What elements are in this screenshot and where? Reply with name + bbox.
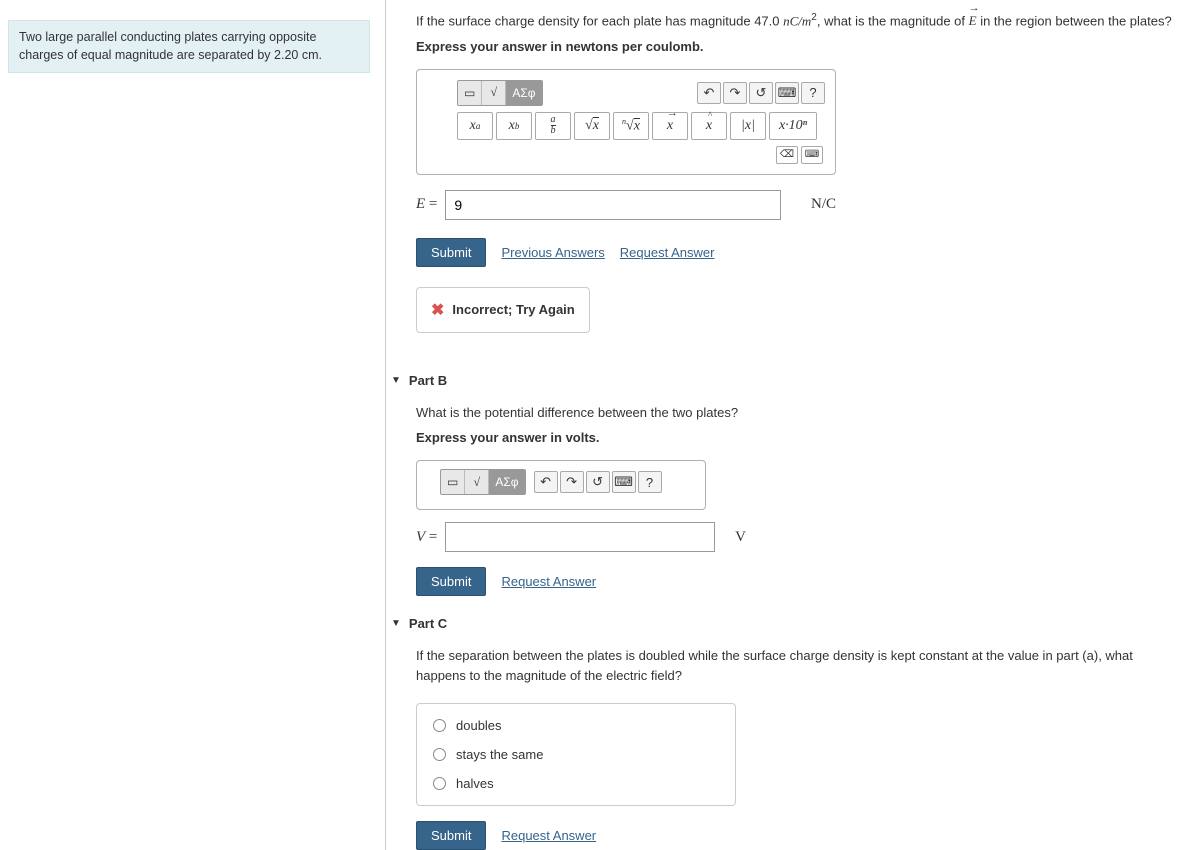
- radio-icon: [433, 777, 446, 790]
- radio-label-2: halves: [456, 776, 494, 791]
- keyboard-icon[interactable]: ⌨: [775, 82, 799, 104]
- radio-option-same[interactable]: stays the same: [433, 747, 719, 762]
- answer-unit-a: N/C: [811, 196, 836, 213]
- answer-row-b: V = V: [416, 522, 746, 552]
- sqrt-button[interactable]: √x: [574, 112, 610, 140]
- error-icon: ✖: [431, 300, 444, 320]
- format-group-b: ▭ √ ΑΣφ: [440, 469, 526, 495]
- undo-icon[interactable]: ↶: [697, 82, 721, 104]
- redo-icon-b[interactable]: ↷: [560, 471, 584, 493]
- keyboard-small-icon[interactable]: ⌨: [801, 146, 823, 164]
- vector-button[interactable]: x: [652, 112, 688, 140]
- problem-statement: Two large parallel conducting plates car…: [8, 20, 370, 73]
- answer-input-b[interactable]: [445, 522, 715, 552]
- answer-input-a[interactable]: [445, 190, 781, 220]
- part-b-question: What is the potential difference between…: [416, 403, 1185, 423]
- undo-icon-b[interactable]: ↶: [534, 471, 558, 493]
- greek-button-b[interactable]: ΑΣφ: [489, 470, 524, 494]
- radio-group: doubles stays the same halves: [416, 703, 736, 806]
- answer-label-v: V =: [416, 529, 437, 546]
- part-b-header[interactable]: ▼ Part B: [391, 373, 1185, 388]
- radio-option-doubles[interactable]: doubles: [433, 718, 719, 733]
- subscript-button[interactable]: xb: [496, 112, 532, 140]
- part-c-title: Part C: [409, 616, 447, 631]
- redo-icon[interactable]: ↷: [723, 82, 747, 104]
- help-icon[interactable]: ?: [801, 82, 825, 104]
- part-a-instruction: Express your answer in newtons per coulo…: [416, 39, 1185, 54]
- part-c-question: If the separation between the plates is …: [416, 646, 1185, 685]
- submit-button-a[interactable]: Submit: [416, 238, 486, 267]
- reset-icon[interactable]: ↺: [749, 82, 773, 104]
- submit-button-c[interactable]: Submit: [416, 821, 486, 850]
- abs-button[interactable]: |x|: [730, 112, 766, 140]
- answer-unit-b: V: [735, 529, 746, 546]
- previous-answers-link[interactable]: Previous Answers: [501, 245, 604, 260]
- answer-label-e: E =: [416, 196, 437, 213]
- format-group: ▭ √ ΑΣφ: [457, 80, 543, 106]
- reset-icon-b[interactable]: ↺: [586, 471, 610, 493]
- caret-icon: ▼: [391, 375, 401, 386]
- radio-icon: [433, 748, 446, 761]
- submit-button-b[interactable]: Submit: [416, 567, 486, 596]
- feedback-box: ✖ Incorrect; Try Again: [416, 287, 590, 333]
- sci-button[interactable]: x·10ⁿ: [769, 112, 817, 140]
- clear-icon[interactable]: ⌫: [776, 146, 798, 164]
- part-a-question: If the surface charge density for each p…: [416, 10, 1185, 31]
- superscript-button[interactable]: xa: [457, 112, 493, 140]
- q-mid: , what is the magnitude of: [817, 13, 969, 28]
- radio-label-1: stays the same: [456, 747, 543, 762]
- part-b-instruction: Express your answer in volts.: [416, 430, 1185, 445]
- equation-toolbar-b: ▭ √ ΑΣφ ↶ ↷ ↺ ⌨ ?: [416, 460, 706, 510]
- q-prefix: If the surface charge density for each p…: [416, 13, 783, 28]
- radio-icon: [433, 719, 446, 732]
- fraction-button[interactable]: ab: [535, 112, 571, 140]
- help-icon-b[interactable]: ?: [638, 471, 662, 493]
- q-suffix: in the region between the plates?: [977, 13, 1172, 28]
- template-icon-b[interactable]: ▭: [441, 470, 465, 494]
- keyboard-icon-b[interactable]: ⌨: [612, 471, 636, 493]
- part-c-header[interactable]: ▼ Part C: [391, 616, 1185, 631]
- request-answer-link-a[interactable]: Request Answer: [620, 245, 715, 260]
- sqrt-icon[interactable]: √: [482, 81, 506, 105]
- nroot-button[interactable]: n√x: [613, 112, 649, 140]
- request-answer-link-c[interactable]: Request Answer: [501, 828, 596, 843]
- part-b-title: Part B: [409, 373, 447, 388]
- radio-label-0: doubles: [456, 718, 502, 733]
- answer-row-a: E = N/C: [416, 190, 836, 220]
- equation-toolbar-a: ▭ √ ΑΣφ ↶ ↷ ↺ ⌨ ? xa xb ab √x n√x x x^ |…: [416, 69, 836, 175]
- radio-option-halves[interactable]: halves: [433, 776, 719, 791]
- hat-button[interactable]: x^: [691, 112, 727, 140]
- feedback-text: Incorrect; Try Again: [452, 302, 574, 317]
- greek-button[interactable]: ΑΣφ: [506, 81, 541, 105]
- template-icon[interactable]: ▭: [458, 81, 482, 105]
- q-units: nC/m: [783, 13, 811, 28]
- e-vector: E: [969, 11, 977, 31]
- sqrt-icon-b[interactable]: √: [465, 470, 489, 494]
- request-answer-link-b[interactable]: Request Answer: [501, 574, 596, 589]
- caret-icon-c: ▼: [391, 618, 401, 629]
